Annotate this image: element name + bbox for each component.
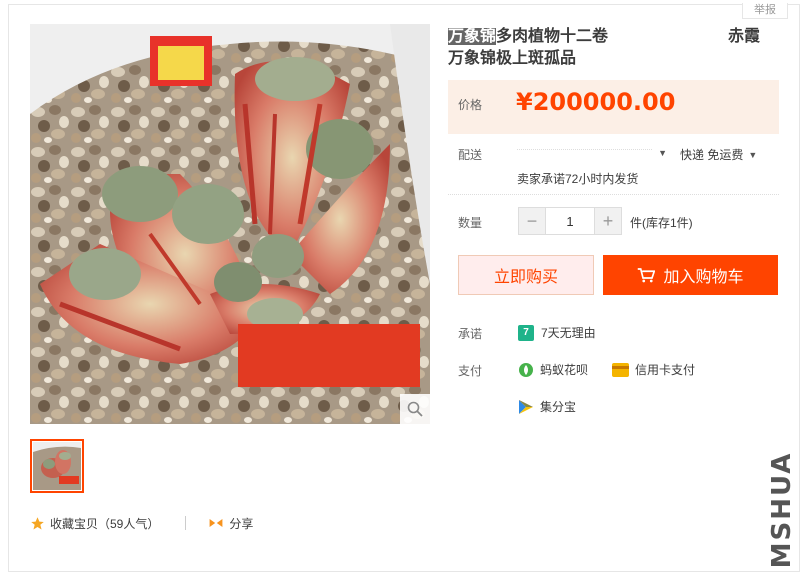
jifenbao-icon	[519, 399, 533, 414]
payment-label: 支付	[458, 364, 483, 378]
report-link[interactable]: 举报	[742, 3, 788, 19]
quantity-input[interactable]: 1	[545, 208, 595, 234]
credit-card-icon	[612, 362, 629, 377]
decrease-button[interactable]: −	[519, 208, 545, 234]
payment-credit-card[interactable]: 信用卡支付	[612, 361, 695, 378]
title-rest: 多肉植物十二卷	[496, 28, 609, 45]
share-icon	[209, 519, 223, 527]
seven-day-icon: 7	[518, 324, 534, 341]
payment-method-label: 集分宝	[540, 400, 577, 414]
price-label: 价格	[458, 98, 483, 112]
divider	[185, 516, 187, 530]
payment-huabei[interactable]: 蚂蚁花呗	[518, 361, 588, 378]
payment-method-label: 信用卡支付	[635, 363, 696, 377]
price-value: ¥200000.00	[516, 88, 676, 116]
destination-redacted	[517, 149, 653, 157]
watermark: MSHUA	[765, 452, 799, 569]
payment-jifenbao[interactable]: 集分宝	[518, 398, 576, 415]
shipping-label: 配送	[458, 148, 483, 162]
chevron-down-icon: ▼	[658, 148, 667, 158]
add-to-cart-button[interactable]: 加入购物车	[603, 255, 778, 295]
share-button[interactable]: 分享	[208, 515, 253, 532]
search-icon	[407, 401, 423, 417]
chevron-down-icon: ▼	[748, 149, 758, 160]
buy-now-button[interactable]: 立即购买	[458, 255, 594, 295]
payment-method-label: 蚂蚁花呗	[540, 363, 589, 377]
seven-day-label: 7天无理由	[541, 326, 596, 340]
share-label: 分享	[229, 516, 254, 531]
product-main-image[interactable]	[30, 24, 430, 424]
shipping-promise: 卖家承诺72小时内发货	[517, 172, 639, 186]
succulent-photo	[30, 24, 430, 424]
price-box: 价格 ¥200000.00	[448, 80, 779, 134]
title-line2: 万象锦极上斑孤品	[448, 50, 577, 67]
title-highlight: 万象锦	[448, 28, 497, 45]
quantity-label: 数量	[458, 216, 483, 230]
product-title: 万象锦多肉植物十二卷 赤霞 万象锦极上斑孤品	[448, 26, 778, 70]
title-tail: 赤霞	[728, 28, 761, 45]
cart-icon	[638, 268, 656, 283]
seven-day-return[interactable]: 7 7天无理由	[518, 324, 596, 341]
action-bar: 收藏宝贝（59人气） 分享	[30, 513, 253, 533]
shipping-destination-select[interactable]: ▼	[517, 145, 667, 161]
star-icon	[31, 516, 44, 529]
favorite-label: 收藏宝贝（59人气）	[50, 516, 160, 531]
stock-text: 件(库存1件)	[630, 216, 693, 230]
increase-button[interactable]: +	[595, 208, 621, 234]
huabei-icon	[519, 362, 533, 377]
favorite-button[interactable]: 收藏宝贝（59人气）	[30, 515, 159, 532]
watermark-text: MSHUA	[767, 451, 797, 569]
thumbnail-image	[33, 442, 81, 490]
zoom-button[interactable]	[400, 394, 430, 424]
add-cart-label: 加入购物车	[663, 269, 744, 286]
service-label: 承诺	[458, 327, 483, 341]
quantity-stepper: − 1 +	[518, 207, 622, 235]
shipping-method: 快递 免运费	[680, 148, 744, 162]
shipping-method-select[interactable]: 快递 免运费 ▼	[680, 146, 757, 163]
divider	[448, 194, 779, 195]
thumbnail-1[interactable]	[30, 439, 84, 493]
